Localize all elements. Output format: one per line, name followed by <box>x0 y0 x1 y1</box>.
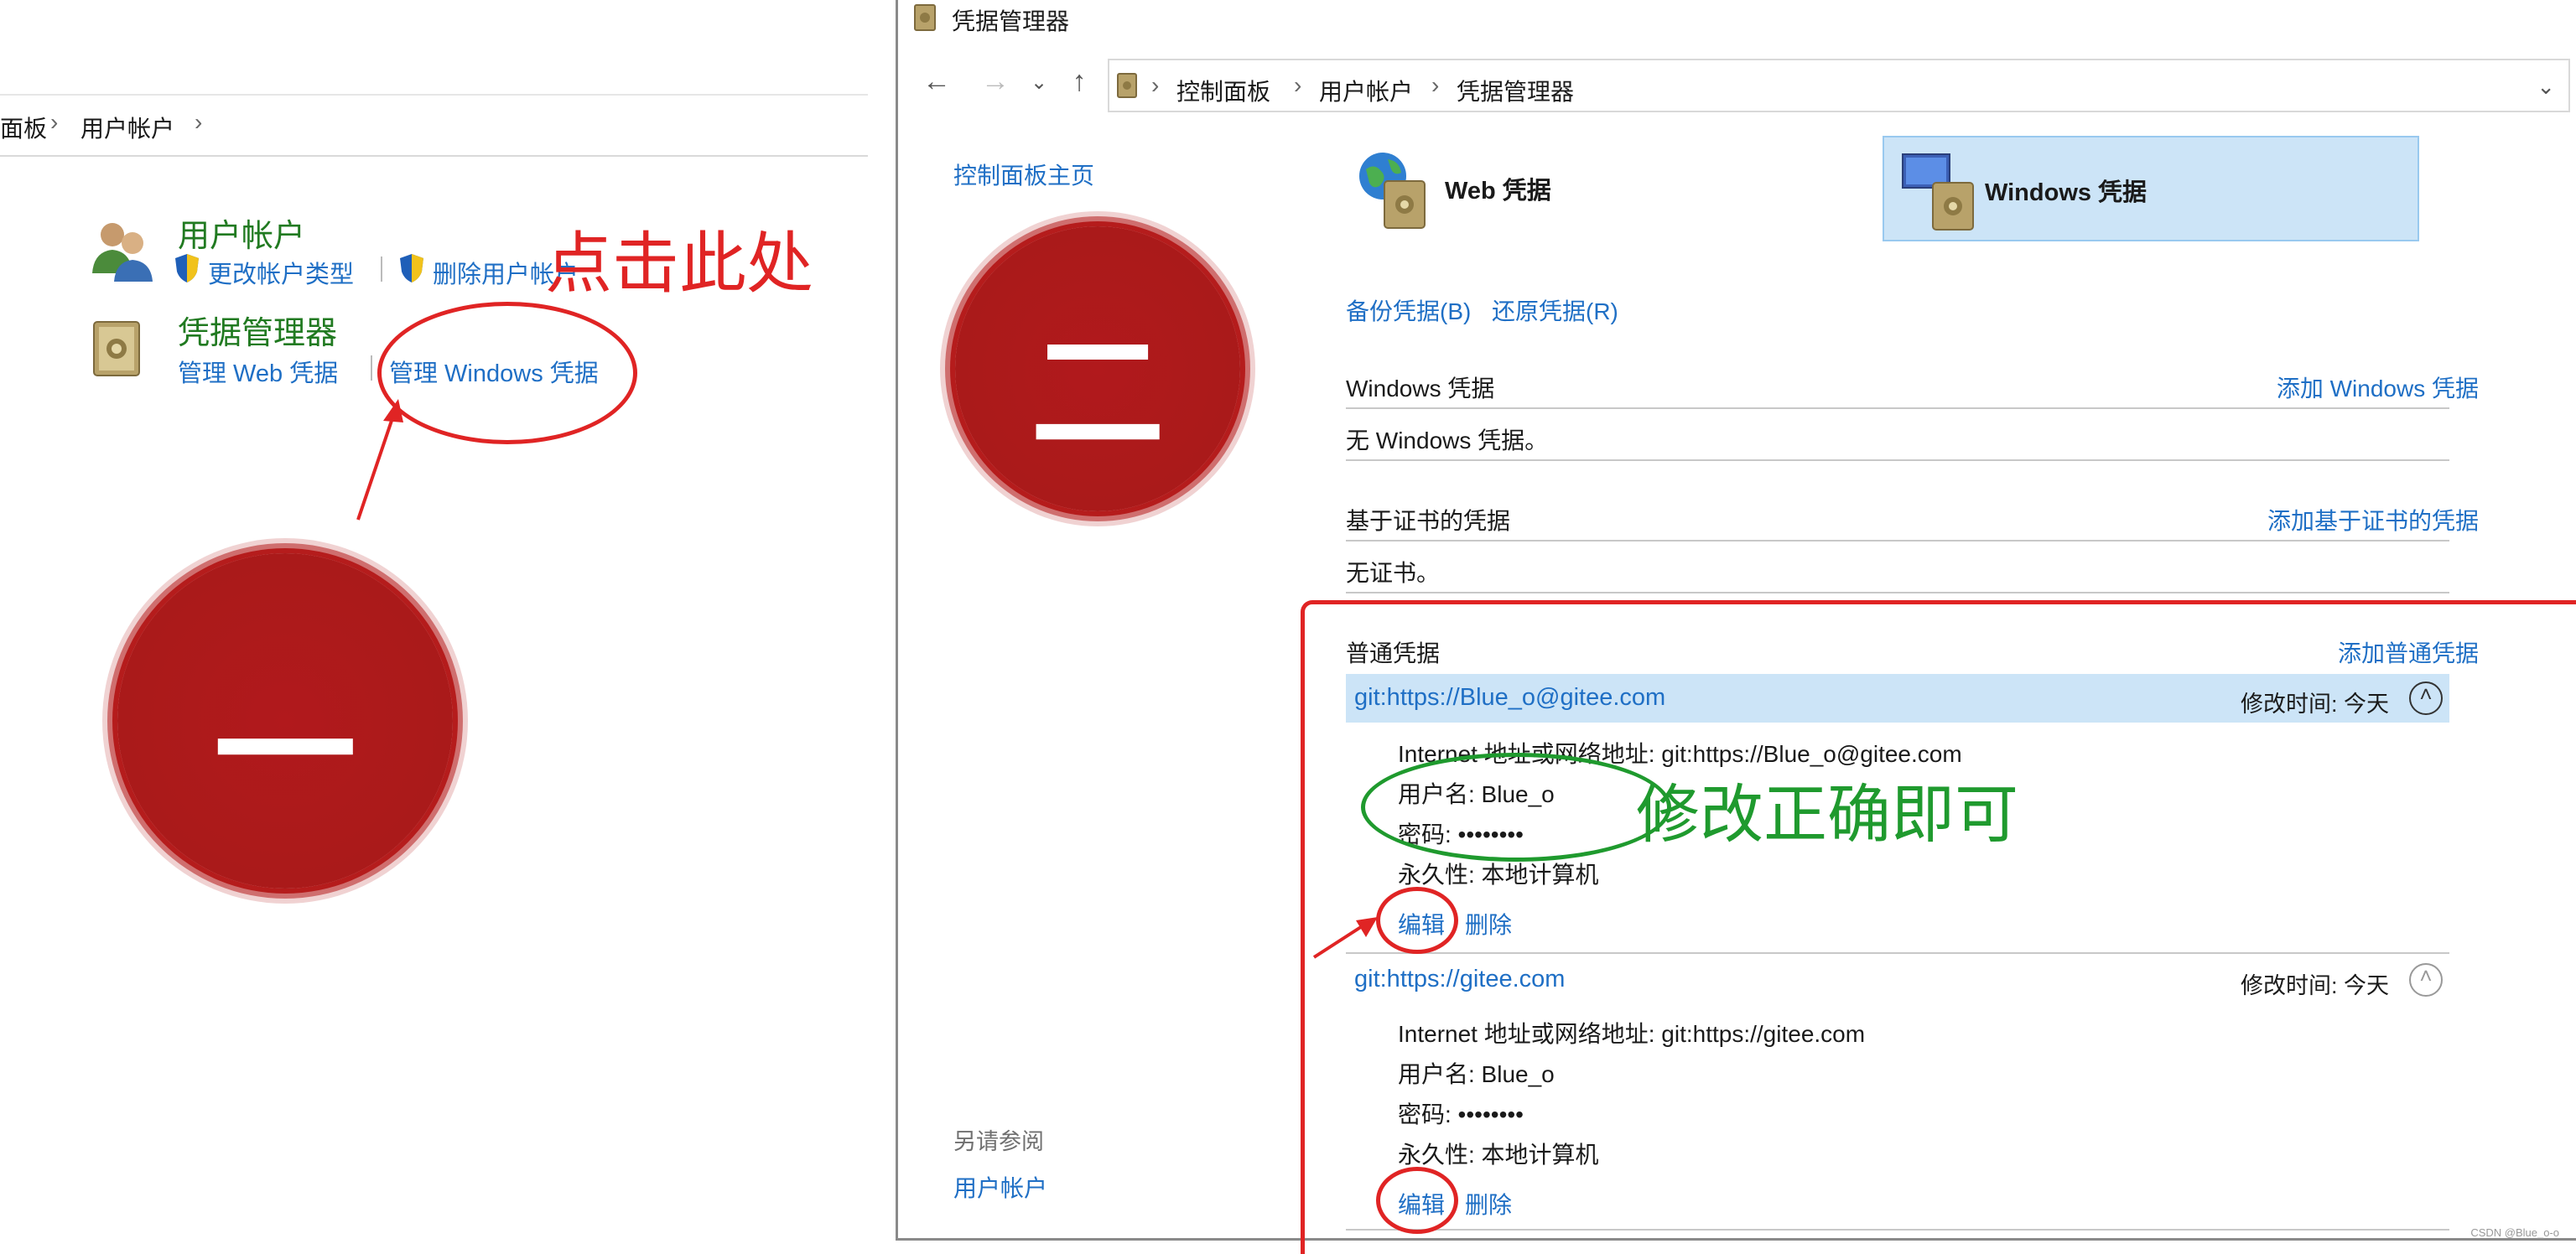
sidebar-control-panel-home[interactable]: 控制面板主页 <box>953 158 1094 191</box>
crumb-credential-manager[interactable]: 凭据管理器 <box>1457 74 1574 107</box>
vault-icon <box>1116 72 1140 99</box>
users-icon <box>87 215 158 285</box>
credential-manager-title[interactable]: 凭据管理器 <box>178 307 337 353</box>
crumb-control-panel[interactable]: 控制面板 <box>1176 74 1270 107</box>
address-row: ← → ⌄ ↑ › 控制面板 › 用户帐户 › 凭据管理器 ⌄ <box>898 54 2576 117</box>
tab-web-credentials[interactable]: Web 凭据 <box>1354 142 1824 243</box>
recent-dropdown-icon[interactable]: ⌄ <box>1022 70 1056 95</box>
computer-vault-icon <box>1899 149 1983 233</box>
backup-credentials-link[interactable]: 备份凭据(B) <box>1346 293 1471 327</box>
divider <box>371 355 372 381</box>
divider <box>1346 407 2449 409</box>
shield-icon <box>174 253 200 283</box>
address-bar[interactable]: › 控制面板 › 用户帐户 › 凭据管理器 ⌄ <box>1108 59 2570 112</box>
chevron-right-icon: › <box>50 109 59 135</box>
annotation-click-here: 点击此处 <box>545 225 813 303</box>
chevron-right-icon: › <box>1431 72 1440 98</box>
tab-windows-credentials-label: Windows 凭据 <box>1985 179 2148 206</box>
annotation-username-circle <box>1361 753 1671 862</box>
vault-icon <box>91 317 146 379</box>
no-certificate-text: 无证书。 <box>1346 560 1441 586</box>
annotation-edit-circle-1 <box>1376 887 1458 954</box>
annotation-edit-circle-2 <box>1376 1167 1458 1234</box>
add-cert-credential-link[interactable]: 添加基于证书的凭据 <box>2267 503 2479 536</box>
divider <box>1346 459 2449 461</box>
crumb-user-accounts[interactable]: 用户帐户 <box>1319 74 1413 107</box>
divider <box>1346 540 2449 542</box>
divider <box>381 256 382 282</box>
window-title: 凭据管理器 <box>952 8 1070 34</box>
chevron-right-icon: › <box>1151 72 1160 98</box>
windows-credentials-heading: Windows 凭据 <box>1346 376 1495 402</box>
annotation-generic-frame <box>1301 600 2576 1254</box>
back-arrow-icon[interactable]: ← <box>920 65 953 98</box>
left-breadcrumb: 面板 › 用户帐户 › <box>0 94 868 157</box>
no-windows-credentials-text: 无 Windows 凭据。 <box>1346 428 1549 453</box>
chevron-down-icon[interactable]: ⌄ <box>2537 74 2555 100</box>
annotation-arrow-icon <box>1312 917 1378 959</box>
see-also-heading: 另请参阅 <box>953 1129 1044 1154</box>
tab-web-credentials-label: Web 凭据 <box>1445 178 1551 205</box>
breadcrumb-item-panel[interactable]: 面板 <box>0 111 47 144</box>
add-windows-credential-link[interactable]: 添加 Windows 凭据 <box>2277 370 2479 404</box>
up-arrow-icon[interactable]: ↑ <box>1062 65 1096 98</box>
vault-icon <box>913 3 938 32</box>
watermark: CSDN @Blue_o-o <box>2470 1226 2559 1239</box>
change-account-type-link[interactable]: 更改帐户类型 <box>208 255 354 290</box>
chevron-right-icon: › <box>195 109 203 135</box>
title-bar: 凭据管理器 <box>898 0 2576 37</box>
restore-credentials-link[interactable]: 还原凭据(R) <box>1492 293 1618 327</box>
cert-credentials-heading: 基于证书的凭据 <box>1346 508 1511 534</box>
user-accounts-title[interactable]: 用户帐户 <box>178 210 305 256</box>
chevron-right-icon: › <box>1294 72 1302 98</box>
manage-web-credentials-link[interactable]: 管理 Web 凭据 <box>178 354 338 389</box>
breadcrumb-item-user-accounts[interactable]: 用户帐户 <box>80 111 174 144</box>
divider <box>1346 592 2449 593</box>
globe-vault-icon <box>1354 148 1438 231</box>
forward-arrow-icon[interactable]: → <box>979 65 1012 98</box>
shield-icon <box>399 253 424 283</box>
annotation-arrow-icon <box>356 399 403 521</box>
tab-windows-credentials[interactable]: Windows 凭据 <box>1883 136 2419 241</box>
annotation-fix-correctly: 修改正确即可 <box>1636 777 2018 852</box>
credential-manager-window: 凭据管理器 ← → ⌄ ↑ › 控制面板 › 用户帐户 › 凭据管理器 ⌄ 控制… <box>896 0 2576 1254</box>
stamp-two: 二 <box>955 226 1240 511</box>
annotation-circle-manage-windows <box>377 302 637 444</box>
sidebar-user-accounts-link[interactable]: 用户帐户 <box>953 1170 1047 1204</box>
left-control-panel: 面板 › 用户帐户 › 用户帐户 更改帐户类型 删除用户帐户 凭据管理器 管理 … <box>0 0 889 1244</box>
stamp-one: 一 <box>117 553 453 889</box>
